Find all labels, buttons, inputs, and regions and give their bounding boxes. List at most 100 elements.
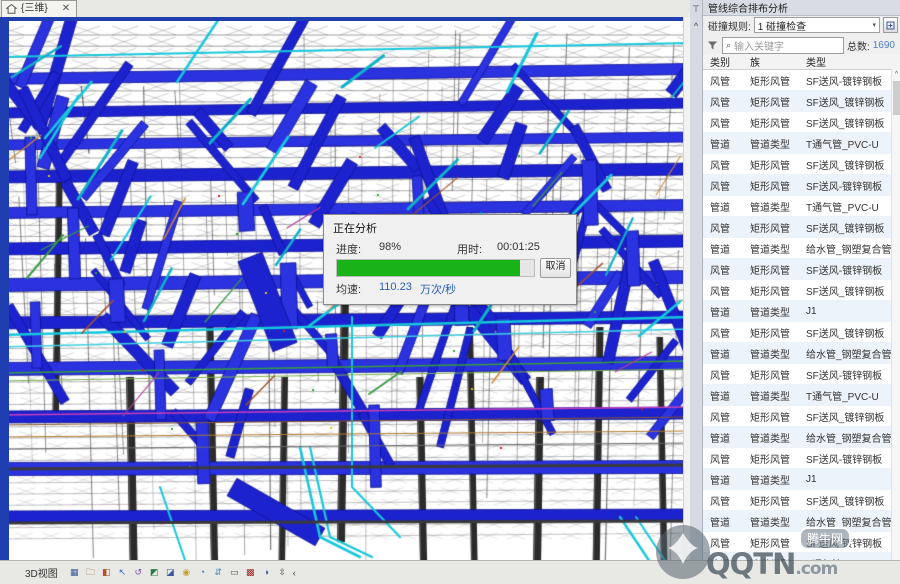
table-cell-类型: SF送风_镀锌钢板 xyxy=(806,328,885,340)
table-cell-类别: 管道 xyxy=(710,517,730,529)
table-cell-类型: SF送风-镀锌钢板 xyxy=(806,454,883,466)
table-body[interactable]: 风管 矩形风管 SF送风-镀锌钢板 风管 矩形风管 SF送风_镀锌钢板 风管 矩形风管 SF送风… xyxy=(703,70,900,561)
table-cell-族: 管道类型 xyxy=(750,202,790,214)
table-row[interactable]: 风管 矩形风管 SF送风-镀锌钢板 xyxy=(703,532,900,553)
application-window: {三维} ✕ 正在分析 进度: 98% 用时: 00:01:25 取消 均速: … xyxy=(0,0,900,584)
table-row[interactable]: 风管 矩形风管 SF送风-镀锌钢板 xyxy=(703,259,900,280)
table-cell-类别: 管道 xyxy=(710,307,730,319)
close-icon[interactable]: ✕ xyxy=(52,1,70,17)
progress-label: 进度: xyxy=(336,244,362,256)
settings-icon[interactable] xyxy=(883,17,898,33)
table-row[interactable]: 风管 矩形风管 SF送风_镀锌钢板 xyxy=(703,154,900,175)
table-cell-类型: SF送风_镀锌钢板 xyxy=(806,496,885,508)
table-cell-族: 管道类型 xyxy=(750,244,790,256)
total-label: 总数: xyxy=(846,41,870,53)
progress-bar-fill xyxy=(337,260,521,276)
table-row[interactable]: 管道 管道类型 T通气管_PVC-U xyxy=(703,196,900,217)
table-row[interactable]: 风管 矩形风管 SF送风_镀锌钢板 xyxy=(703,490,900,511)
table-cell-族: 管道类型 xyxy=(750,517,790,529)
box-icon[interactable]: ▭ xyxy=(228,566,241,579)
table-cell-类型: 给水管_钢塑复合管 xyxy=(806,349,892,361)
chevron-up-icon[interactable]: ^ xyxy=(694,21,698,31)
table-row[interactable]: 管道 管道类型 给水管_钢塑复合管 xyxy=(703,238,900,259)
folder-icon[interactable]: 🗀 xyxy=(84,566,97,579)
model-3d-view[interactable]: 正在分析 进度: 98% 用时: 00:01:25 取消 均速: 110.23 … xyxy=(0,17,690,560)
table-row[interactable]: 管道 管道类型 J1 xyxy=(703,469,900,490)
table-row[interactable]: 管道 管道类型 J1 xyxy=(703,301,900,322)
table-cell-类型: 给水管_钢塑复合管 xyxy=(806,433,892,445)
speed-value: 110.23 xyxy=(379,281,412,293)
status-bar: 3D视图 ▦ 🗀 ◧ ↖ ↺ ◩ ◪ ◉ ◔ ⇵ ▭ ▩ ◑ ⇳ ‹ xyxy=(0,560,900,584)
table-row[interactable]: 风管 矩形风管 SF送风-镀锌钢板 xyxy=(703,364,900,385)
search-input[interactable]: ⌕ 输入关键字 xyxy=(722,36,844,54)
eye-icon[interactable]: ◔ xyxy=(196,566,209,579)
table-row[interactable]: 管道 管道类型 T通气管_PVC-U xyxy=(703,385,900,406)
table-cell-族: 管道类型 xyxy=(750,433,790,445)
section-icon[interactable]: ◪ xyxy=(164,566,177,579)
undo-icon[interactable]: ↺ xyxy=(132,566,145,579)
table-cell-类别: 风管 xyxy=(710,223,730,235)
shadow-icon[interactable]: ◑ xyxy=(260,566,273,579)
speed-label: 均速: xyxy=(336,284,362,296)
scrollbar-thumb[interactable] xyxy=(893,81,900,115)
table-cell-类别: 管道 xyxy=(710,475,730,487)
filter-icon[interactable] xyxy=(706,39,719,52)
scale-icon[interactable]: ⇳ xyxy=(276,566,289,579)
model-icon[interactable]: ◩ xyxy=(148,566,161,579)
table-row[interactable]: 风管 矩形风管 SF送风-镀锌钢板 xyxy=(703,448,900,469)
total-value: 1690 xyxy=(872,39,895,51)
table-row[interactable]: 风管 矩形风管 SF送风-镀锌钢板 xyxy=(703,70,900,91)
speed-unit: 万次/秒 xyxy=(420,284,457,296)
table-row[interactable]: 风管 矩形风管 SF送风_镀锌钢板 xyxy=(703,406,900,427)
table-row[interactable]: 风管 矩形风管 SF送风_镀锌钢板 xyxy=(703,280,900,301)
table-cell-类型: SF送风_镀锌钢板 xyxy=(806,412,885,424)
view-tab-3d[interactable]: {三维} ✕ xyxy=(1,0,78,17)
table-cell-类型: 给水管_钢塑复合管 xyxy=(806,244,892,256)
cursor-icon[interactable]: ↖ xyxy=(116,566,129,579)
rule-label: 碰撞规则: xyxy=(708,21,751,33)
table-row[interactable]: 管道 管道类型 T通气管_PVC-U xyxy=(703,133,900,154)
table-row[interactable]: 管道 管道类型 给水管_钢塑复合管 xyxy=(703,343,900,364)
table-row[interactable]: 风管 矩形风管 SF送风_镀锌钢板 xyxy=(703,91,900,112)
table-header: 类别 族 类型 xyxy=(703,54,900,70)
render-icon[interactable]: ▩ xyxy=(244,566,257,579)
camera-icon[interactable]: ◉ xyxy=(180,566,193,579)
table-row[interactable]: 风管 矩形风管 SF送风-镀锌钢板 xyxy=(703,175,900,196)
pin-icon[interactable]: ⊤ xyxy=(692,4,700,15)
table-cell-类型: SF送风_镀锌钢板 xyxy=(806,160,885,172)
chevron-down-icon: ▾ xyxy=(872,22,876,29)
rule-select-value: 1 碰撞检查 xyxy=(757,21,807,33)
pin-icon[interactable]: ⇵ xyxy=(212,566,225,579)
table-cell-类型: T通气管_PVC-U xyxy=(806,202,879,214)
elapsed-label: 用时: xyxy=(457,244,483,256)
table-row[interactable]: 管道 管道类型 给水管_钢塑复合管 xyxy=(703,511,900,532)
clash-analysis-panel: 管线综合排布分析 碰撞规则: 1 碰撞检查 ▾ ⌕ 输入关键字 总数: 1690… xyxy=(702,0,900,561)
table-cell-族: 矩形风管 xyxy=(750,538,790,550)
table-row[interactable]: 管道 管道类型 给水管_钢塑复合管 xyxy=(703,427,900,448)
table-cell-类型: J1 xyxy=(806,473,817,485)
column-header-category[interactable]: 类别 xyxy=(703,54,750,69)
table-cell-类型: SF送风_镀锌钢板 xyxy=(806,97,885,109)
status-bar-tools: ▦ 🗀 ◧ ↖ ↺ ◩ ◪ ◉ ◔ ⇵ ▭ ▩ ◑ ⇳ xyxy=(68,566,289,579)
cancel-button[interactable]: 取消 xyxy=(540,258,571,278)
grid-icon[interactable]: ▦ xyxy=(68,566,81,579)
table-cell-族: 矩形风管 xyxy=(750,181,790,193)
table-cell-族: 矩形风管 xyxy=(750,265,790,277)
search-row: ⌕ 输入关键字 总数: 1690 xyxy=(703,34,900,56)
table-cell-类别: 管道 xyxy=(710,349,730,361)
status-chevron-icon[interactable]: ‹ xyxy=(289,568,296,578)
column-header-type[interactable]: 类型 xyxy=(806,54,900,69)
table-cell-类型: T通气管_PVC-U xyxy=(806,391,879,403)
table-row[interactable]: 风管 矩形风管 SF送风_镀锌钢板 xyxy=(703,112,900,133)
color-icon[interactable]: ◧ xyxy=(100,566,113,579)
table-row[interactable]: 风管 矩形风管 SF送风_镀锌钢板 xyxy=(703,217,900,238)
table-row[interactable]: 风管 矩形风管 SF送风_镀锌钢板 xyxy=(703,322,900,343)
table-cell-类别: 风管 xyxy=(710,370,730,382)
table-scrollbar[interactable]: ^ xyxy=(891,69,900,560)
column-header-family[interactable]: 族 xyxy=(750,54,806,69)
table-cell-类型: 给水管_钢塑复合管 xyxy=(806,517,892,529)
scroll-up-icon[interactable]: ^ xyxy=(892,69,900,80)
table-cell-类别: 风管 xyxy=(710,97,730,109)
view-tab-strip: {三维} ✕ xyxy=(0,0,690,18)
rule-select[interactable]: 1 碰撞检查 ▾ xyxy=(753,17,880,33)
